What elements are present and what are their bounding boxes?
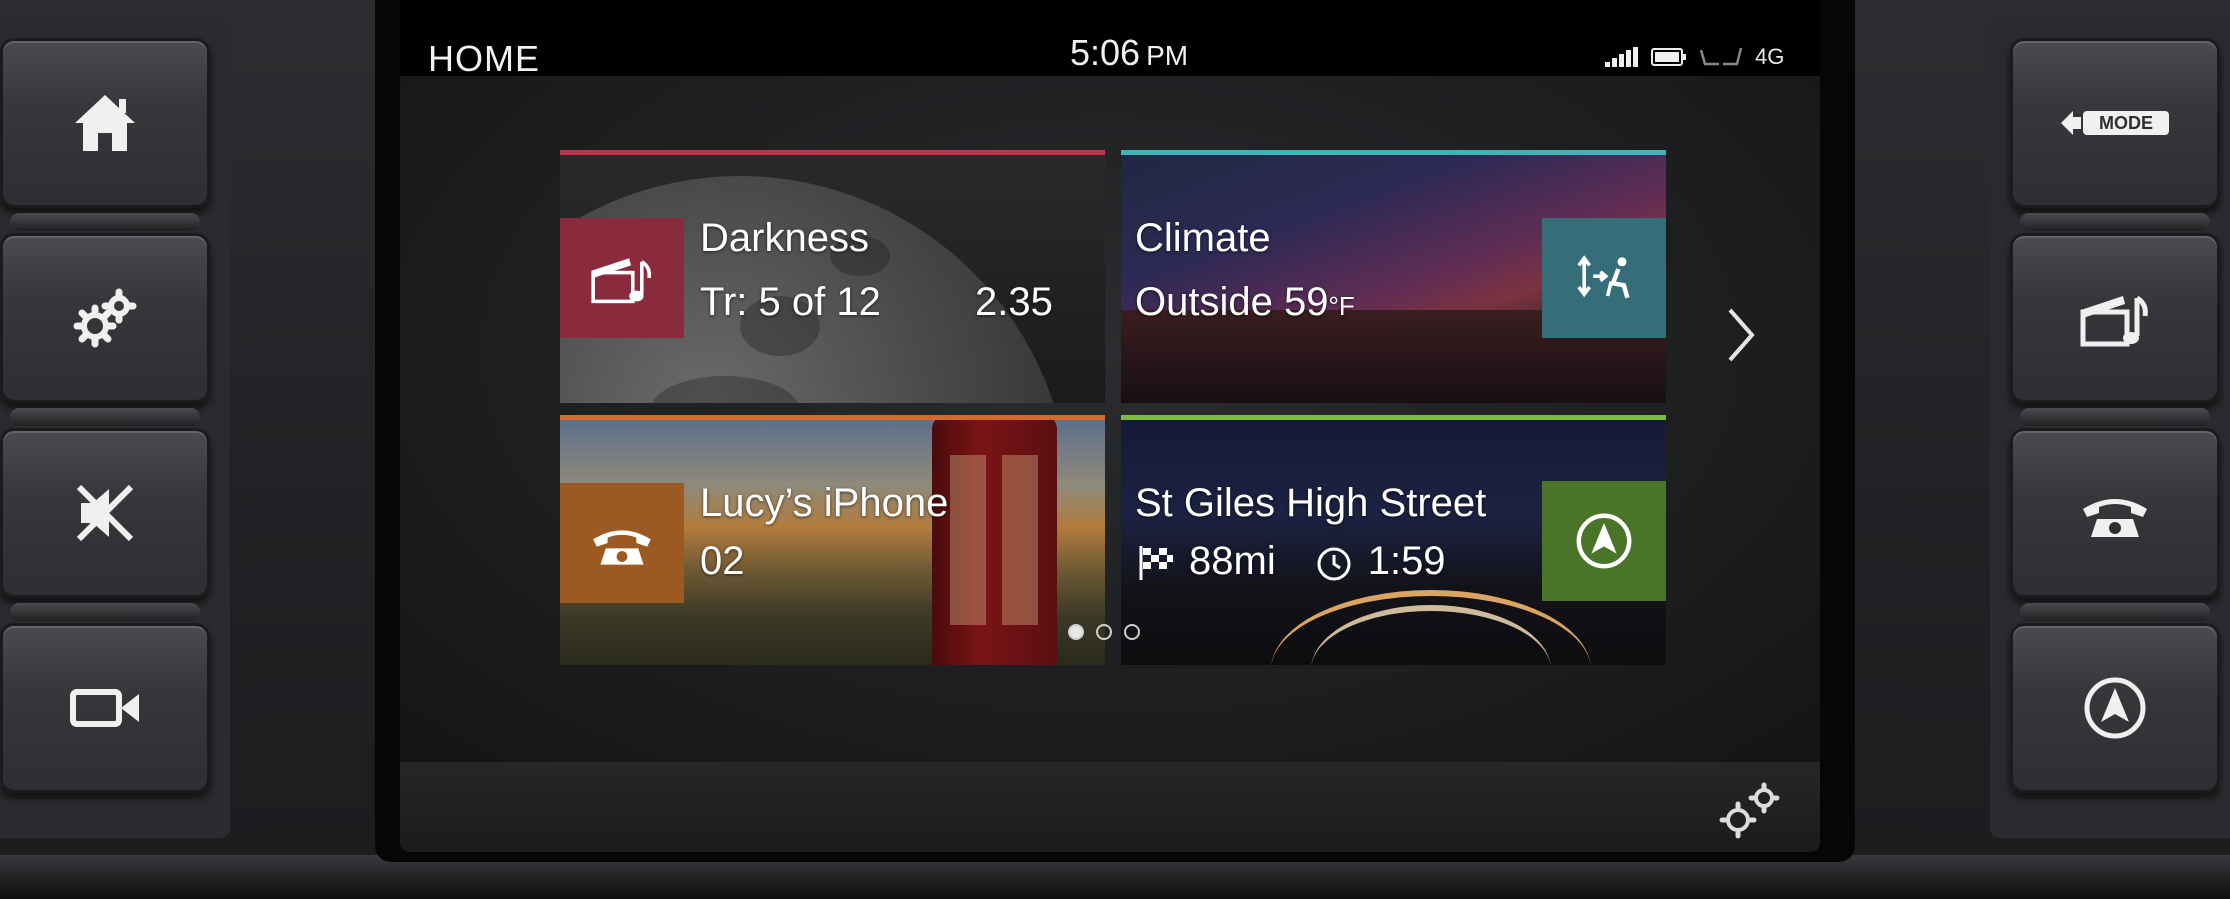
climate-outside: Outside 59°F: [1135, 280, 1355, 325]
navigation-accent-bar: [1121, 415, 1666, 420]
button-divider: [10, 408, 200, 426]
navigation-distance: 88mi: [1189, 539, 1276, 583]
button-divider: [10, 213, 200, 231]
clock-ampm: PM: [1146, 40, 1189, 71]
bottom-bar: [400, 762, 1820, 852]
button-divider: [2020, 213, 2210, 231]
hardware-camera-button[interactable]: [0, 623, 210, 793]
climate-tile[interactable]: Climate Outside 59°F: [1121, 150, 1666, 403]
battery-icon: [1651, 48, 1686, 66]
phone-icon: [2083, 499, 2147, 537]
navigation-info: 88mi 1:59: [1135, 539, 1446, 584]
navigation-icon: [2084, 677, 2146, 739]
seat-climate-icon: [1577, 255, 1630, 299]
outside-temperature: 59: [1283, 280, 1329, 324]
media-accent-bar: [560, 150, 1105, 155]
seat-status-icon: [1699, 47, 1743, 66]
navigation-street: St Giles High Street: [1135, 481, 1487, 525]
navigation-eta: 1:59: [1367, 539, 1446, 583]
page-dot-2[interactable]: [1096, 624, 1112, 640]
navigation-icon-box: [1542, 481, 1666, 601]
left-hardware-buttons: [0, 18, 230, 838]
navigation-tile[interactable]: St Giles High Street 88mi 1:59: [1121, 415, 1666, 665]
checkered-flag-icon: [1139, 545, 1173, 580]
outside-label: Outside: [1135, 280, 1273, 324]
clock: 5:06 PM: [1070, 32, 1188, 74]
next-page-chevron-icon[interactable]: [1722, 300, 1762, 370]
media-tile[interactable]: Darkness Tr: 5 of 12 2.35: [560, 150, 1105, 403]
phone-booth-image: [932, 415, 1057, 665]
hardware-mode-button[interactable]: MODE: [2010, 38, 2220, 208]
clock-icon: [1317, 547, 1351, 580]
home-icon: [75, 95, 135, 151]
temperature-unit: °F: [1328, 291, 1355, 321]
hardware-phone-button[interactable]: [2010, 428, 2220, 598]
climate-icon-box: [1542, 218, 1666, 338]
signal-strength-icon: [1605, 47, 1638, 67]
climate-title: Climate: [1135, 216, 1271, 260]
page-dot-3[interactable]: [1124, 624, 1140, 640]
button-divider: [2020, 603, 2210, 621]
telephone-icon: [593, 530, 651, 565]
phone-icon-box: [560, 483, 684, 603]
button-divider: [10, 603, 200, 621]
hardware-home-button[interactable]: [0, 38, 210, 208]
media-title: Darkness: [700, 216, 869, 260]
camera-icon: [70, 689, 139, 727]
media-icon: [2080, 295, 2148, 347]
clock-time: 5:06: [1070, 32, 1141, 73]
media-icon-box: [560, 218, 684, 338]
status-bar: HOME 5:06 PM 4G: [400, 0, 1820, 79]
page-indicator: [1068, 624, 1140, 640]
status-icons: 4G: [1605, 44, 1784, 70]
settings-icon: [73, 288, 137, 348]
infotainment-screen: HOME 5:06 PM 4G Darkness Tr: 5 of 12 2.3…: [400, 0, 1820, 852]
button-divider: [2020, 408, 2210, 426]
mode-icon: MODE: [2061, 111, 2169, 135]
hardware-navigation-button[interactable]: [2010, 623, 2220, 793]
hardware-media-button[interactable]: [2010, 233, 2220, 403]
settings-gear-icon[interactable]: [1710, 770, 1790, 850]
phone-accent-bar: [560, 415, 1105, 420]
mode-label: MODE: [2099, 113, 2153, 133]
navigation-arrow-icon: [1576, 513, 1632, 569]
mute-icon: [76, 484, 134, 542]
media-time: 2.35: [975, 280, 1053, 324]
page-title: HOME: [428, 38, 540, 79]
phone-carrier: 02: [700, 539, 745, 583]
page-dot-1[interactable]: [1068, 624, 1084, 640]
right-hardware-buttons: MODE: [1990, 18, 2230, 838]
hardware-settings-button[interactable]: [0, 233, 210, 403]
clapper-music-icon: [591, 258, 652, 304]
climate-accent-bar: [1121, 150, 1666, 155]
phone-tile[interactable]: Lucy’s iPhone 02: [560, 415, 1105, 665]
phone-device-name: Lucy’s iPhone: [700, 481, 949, 525]
hardware-mute-button[interactable]: [0, 428, 210, 598]
network-type: 4G: [1755, 44, 1785, 69]
media-track: Tr: 5 of 12: [700, 280, 881, 324]
